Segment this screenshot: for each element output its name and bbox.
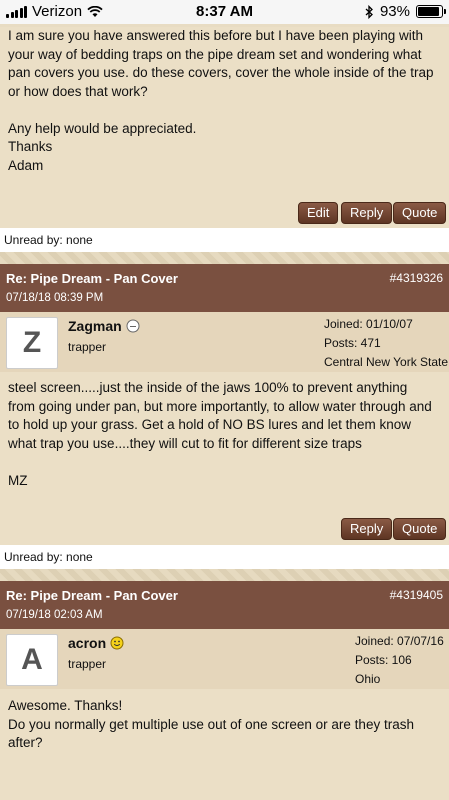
avatar[interactable]: Z [6, 317, 58, 369]
post-title[interactable]: Re: Pipe Dream - Pan Cover [6, 271, 178, 286]
battery-icon [416, 5, 446, 18]
post-line: to hold up your grass. Get a hold of NO … [8, 417, 411, 432]
user-info: A acron trapper Joined: 07/07/16 Posts: … [0, 629, 449, 689]
divider [0, 252, 449, 264]
post-line: Thanks [8, 139, 53, 154]
username[interactable]: Zagman [68, 318, 122, 334]
reply-button[interactable]: Reply [341, 202, 393, 224]
post-title[interactable]: Re: Pipe Dream - Pan Cover [6, 588, 178, 603]
post-line [8, 453, 441, 472]
user-location: Ohio [355, 672, 381, 686]
offline-status-icon [126, 319, 140, 333]
post-body: I am sure you have answered this before … [0, 27, 449, 197]
unread-status: Unread by: none [0, 545, 449, 569]
post-line: I am sure you have answered this before … [8, 28, 423, 43]
quote-button[interactable]: Quote [393, 202, 447, 224]
divider [0, 569, 449, 581]
post-header: Re: Pipe Dream - Pan Cover #4319405 07/1… [0, 581, 449, 629]
post-line: Any help would be appreciated. [8, 120, 197, 136]
quote-button[interactable]: Quote [393, 518, 447, 540]
post-line: or how does that work? [8, 83, 148, 99]
post-count: Posts: 106 [355, 653, 412, 667]
post-line: pan covers you use. do these covers, cov… [8, 65, 434, 80]
post-line: Awesome. Thanks! [8, 698, 123, 713]
user-role: trapper [68, 340, 107, 354]
post-date: 07/19/18 02:03 AM [6, 609, 103, 621]
post-line: MZ [8, 472, 28, 488]
post-line: your way of bedding traps on the pipe dr… [8, 46, 422, 62]
username-row: acron [68, 635, 124, 651]
avatar[interactable]: A [6, 634, 58, 686]
post-body: steel screen.....just the inside of the … [0, 372, 449, 514]
user-meta: Joined: 07/07/16 Posts: 106 Ohio [355, 632, 444, 689]
post-line: Adam [8, 157, 44, 173]
post-line [8, 101, 441, 120]
post-line: Do you normally get multiple use out of … [8, 716, 414, 732]
post-count: Posts: 471 [324, 336, 381, 350]
status-bar: Verizon 8:37 AM 93% [0, 0, 449, 24]
user-role: trapper [68, 657, 107, 671]
post-number[interactable]: #4319326 [390, 271, 443, 285]
post-body: Awesome. Thanks! Do you normally get mul… [0, 689, 449, 800]
post-line: after? [8, 735, 43, 750]
user-location: Central New York State [324, 355, 449, 369]
username-row: Zagman [68, 318, 140, 334]
joined-date: Joined: 07/07/16 [355, 634, 444, 648]
joined-date: Joined: 01/10/07 [324, 317, 413, 331]
user-meta: Joined: 01/10/07 Posts: 471 Central New … [324, 315, 448, 372]
battery-percent: 93% [379, 3, 410, 20]
unread-status: Unread by: none [0, 228, 449, 252]
post-date: 07/18/18 08:39 PM [6, 292, 104, 304]
post-line: from going under pan, but more important… [8, 398, 432, 414]
post-line: steel screen.....just the inside of the … [8, 380, 408, 395]
reply-button[interactable]: Reply [341, 518, 393, 540]
user-info: Z Zagman trapper Joined: 01/10/07 Posts:… [0, 312, 449, 372]
edit-button[interactable]: Edit [298, 202, 339, 224]
bluetooth-icon [365, 4, 373, 19]
online-status-icon [110, 636, 124, 650]
post-actions: Reply Quote [0, 514, 449, 545]
post-line: what trap you use....they will cut to fi… [8, 435, 362, 451]
post-actions: Edit Reply Quote [0, 190, 449, 228]
username[interactable]: acron [68, 635, 106, 651]
post-header: Re: Pipe Dream - Pan Cover #4319326 07/1… [0, 264, 449, 312]
post-number[interactable]: #4319405 [390, 588, 443, 602]
